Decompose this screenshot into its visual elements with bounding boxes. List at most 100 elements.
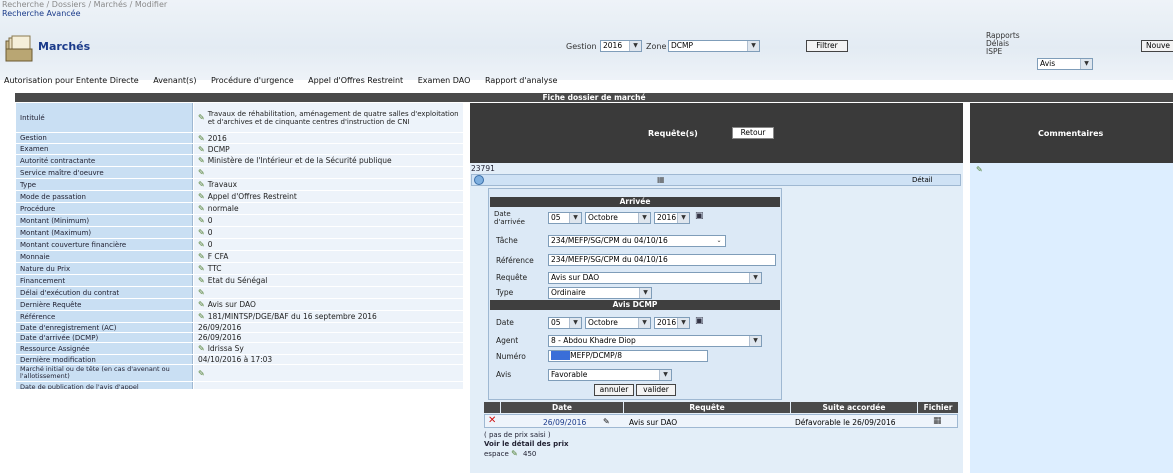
- edit-pencil-icon[interactable]: ✎: [198, 344, 205, 353]
- chevron-down-icon: ▼: [1080, 59, 1092, 69]
- zone-select[interactable]: DCMP ▼: [668, 40, 760, 52]
- requetes-header: Requête(s) Retour: [470, 103, 963, 163]
- field-value[interactable]: [193, 382, 463, 389]
- ispe-link[interactable]: ISPE: [986, 48, 1020, 56]
- arrivee-year-select[interactable]: 2016 ▼: [654, 212, 690, 224]
- field-value[interactable]: ✎ 0: [193, 239, 463, 250]
- breadcrumb-path[interactable]: Recherche / Dossiers / Marchés / Modifie…: [2, 0, 167, 9]
- edit-pencil-icon[interactable]: ✎: [198, 113, 205, 122]
- edit-pencil-icon[interactable]: ✎: [198, 156, 205, 165]
- field-label: Service maître d'oeuvre: [16, 167, 193, 178]
- field-label: Délai d'exécution du contrat: [16, 287, 193, 298]
- edit-pencil-icon[interactable]: ✎: [511, 449, 518, 458]
- field-value[interactable]: ✎ 0: [193, 227, 463, 238]
- advanced-search-link[interactable]: Recherche Avancée: [2, 9, 167, 18]
- edit-pencil-icon[interactable]: ✎: [198, 228, 205, 237]
- field-value[interactable]: ✎: [193, 167, 463, 178]
- arrivee-month-select[interactable]: Octobre ▼: [585, 212, 651, 224]
- agent-select[interactable]: 8 - Abdou Khadre Diop ▼: [548, 335, 762, 347]
- field-value[interactable]: ✎ 181/MINTSP/DGE/BAF du 16 septembre 2016: [193, 311, 463, 322]
- field-value[interactable]: ✎ Appel d'Offres Restreint: [193, 191, 463, 202]
- edit-pencil-icon[interactable]: ✎: [198, 264, 205, 273]
- requete-select[interactable]: Avis sur DAO ▼: [548, 272, 762, 284]
- edit-pencil-icon[interactable]: ✎: [198, 145, 205, 154]
- requete-id: 23791: [471, 164, 495, 173]
- avis-day-select[interactable]: 05 ▼: [548, 317, 582, 329]
- reference-input[interactable]: 234/MEFP/SG/CPM du 04/10/16: [548, 254, 776, 266]
- calendar-icon[interactable]: ▣: [695, 211, 704, 221]
- field-value[interactable]: ✎ Idrissa Sy: [193, 343, 463, 354]
- breadcrumb: Recherche / Dossiers / Marchés / Modifie…: [2, 0, 167, 18]
- menu-item-procedure-urgence[interactable]: Procédure d'urgence: [211, 76, 294, 85]
- table-header-fichier: Fichier: [918, 402, 958, 413]
- numero-input[interactable]: 0000MEFP/DCMP/8: [548, 350, 708, 362]
- menu-item-appel-offres-restreint[interactable]: Appel d'Offres Restreint: [308, 76, 403, 85]
- file-icon[interactable]: ▦: [933, 416, 942, 426]
- field-value[interactable]: ✎ Avis sur DAO: [193, 299, 463, 310]
- edit-pencil-icon[interactable]: ✎: [198, 276, 205, 285]
- field-row: Montant (Maximum) ✎ 0: [16, 227, 463, 239]
- new-button[interactable]: Nouve: [1141, 40, 1173, 52]
- menu-item-rapport-analyse[interactable]: Rapport d'analyse: [485, 76, 558, 85]
- field-value[interactable]: ✎ F CFA: [193, 251, 463, 262]
- valider-button[interactable]: valider: [636, 384, 676, 396]
- edit-pencil-icon[interactable]: ✎: [198, 204, 205, 213]
- field-value: 26/09/2016: [193, 333, 463, 342]
- field-value[interactable]: ✎ normale: [193, 203, 463, 214]
- edit-pencil-icon[interactable]: ✎: [198, 288, 205, 297]
- retour-button[interactable]: Retour: [732, 127, 774, 139]
- voir-detail-prix-link[interactable]: Voir le détail des prix: [484, 440, 569, 448]
- edit-pencil-icon[interactable]: ✎: [198, 240, 205, 249]
- type-select[interactable]: Ordinaire ▼: [548, 287, 652, 299]
- field-value[interactable]: ✎: [193, 365, 463, 381]
- field-value[interactable]: ✎ DCMP: [193, 144, 463, 154]
- chevron-down-icon: ▼: [639, 288, 651, 298]
- field-label: Procédure: [16, 203, 193, 214]
- edit-pencil-icon[interactable]: ✎: [198, 369, 205, 378]
- edit-pencil-icon[interactable]: ✎: [976, 165, 983, 174]
- edit-pencil-icon[interactable]: ✎: [198, 134, 205, 143]
- field-value[interactable]: ✎ 0: [193, 215, 463, 226]
- avis-month-select[interactable]: Octobre ▼: [585, 317, 651, 329]
- delete-icon[interactable]: ✕: [488, 415, 496, 426]
- annuler-button[interactable]: annuler: [594, 384, 634, 396]
- field-value[interactable]: ✎ TTC: [193, 263, 463, 274]
- table-row: ✕ 26/09/2016 ✎ Avis sur DAO Défavorable …: [484, 414, 958, 428]
- field-value[interactable]: ✎ Travaux: [193, 179, 463, 190]
- field-row: Service maître d'oeuvre ✎: [16, 167, 463, 179]
- gestion-select[interactable]: 2016 ▼: [600, 40, 642, 52]
- field-value[interactable]: ✎ Travaux de réhabilitation, aménagement …: [193, 103, 463, 132]
- detail-link[interactable]: Détail: [912, 176, 933, 184]
- menu-item-entente-directe[interactable]: Autorisation pour Entente Directe: [4, 76, 139, 85]
- tache-select[interactable]: 234/MEFP/SG/CPM du 04/10/16 ⌄: [548, 235, 726, 247]
- edit-pencil-icon[interactable]: ✎: [603, 417, 610, 426]
- edit-pencil-icon[interactable]: ✎: [198, 216, 205, 225]
- commentaires-header: Commentaires: [970, 103, 1173, 163]
- edit-pencil-icon[interactable]: ✎: [198, 180, 205, 189]
- edit-pencil-icon[interactable]: ✎: [198, 168, 205, 177]
- refresh-icon[interactable]: [474, 175, 484, 185]
- avis-select[interactable]: Avis ▼: [1037, 58, 1093, 70]
- row-date[interactable]: 26/09/2016: [543, 418, 586, 427]
- field-label: Autorité contractante: [16, 155, 193, 166]
- avis-value-select[interactable]: Favorable ▼: [548, 369, 672, 381]
- field-value[interactable]: ✎ Ministère de l'Intérieur et de la Sécur…: [193, 155, 463, 166]
- edit-pencil-icon[interactable]: ✎: [198, 192, 205, 201]
- menu-item-examen-dao[interactable]: Examen DAO: [418, 76, 471, 85]
- row-suite: Défavorable le 26/09/2016: [795, 418, 896, 427]
- field-value[interactable]: ✎ Etat du Sénégal: [193, 275, 463, 286]
- edit-pencil-icon[interactable]: ✎: [198, 300, 205, 309]
- arrivee-day-select[interactable]: 05 ▼: [548, 212, 582, 224]
- edit-pencil-icon[interactable]: ✎: [198, 252, 205, 261]
- espace-row: espace ✎ 450: [484, 449, 536, 458]
- pas-de-prix-link[interactable]: ( pas de prix saisi ): [484, 431, 551, 439]
- document-icon[interactable]: ▦: [657, 175, 665, 184]
- page-title: Marchés: [38, 40, 91, 53]
- edit-pencil-icon[interactable]: ✎: [198, 312, 205, 321]
- calendar-icon[interactable]: ▣: [695, 316, 704, 326]
- field-value[interactable]: ✎: [193, 287, 463, 298]
- avis-year-select[interactable]: 2016 ▼: [654, 317, 690, 329]
- field-value[interactable]: ✎ 2016: [193, 133, 463, 143]
- filter-button[interactable]: Filtrer: [806, 40, 848, 52]
- menu-item-avenants[interactable]: Avenant(s): [153, 76, 196, 85]
